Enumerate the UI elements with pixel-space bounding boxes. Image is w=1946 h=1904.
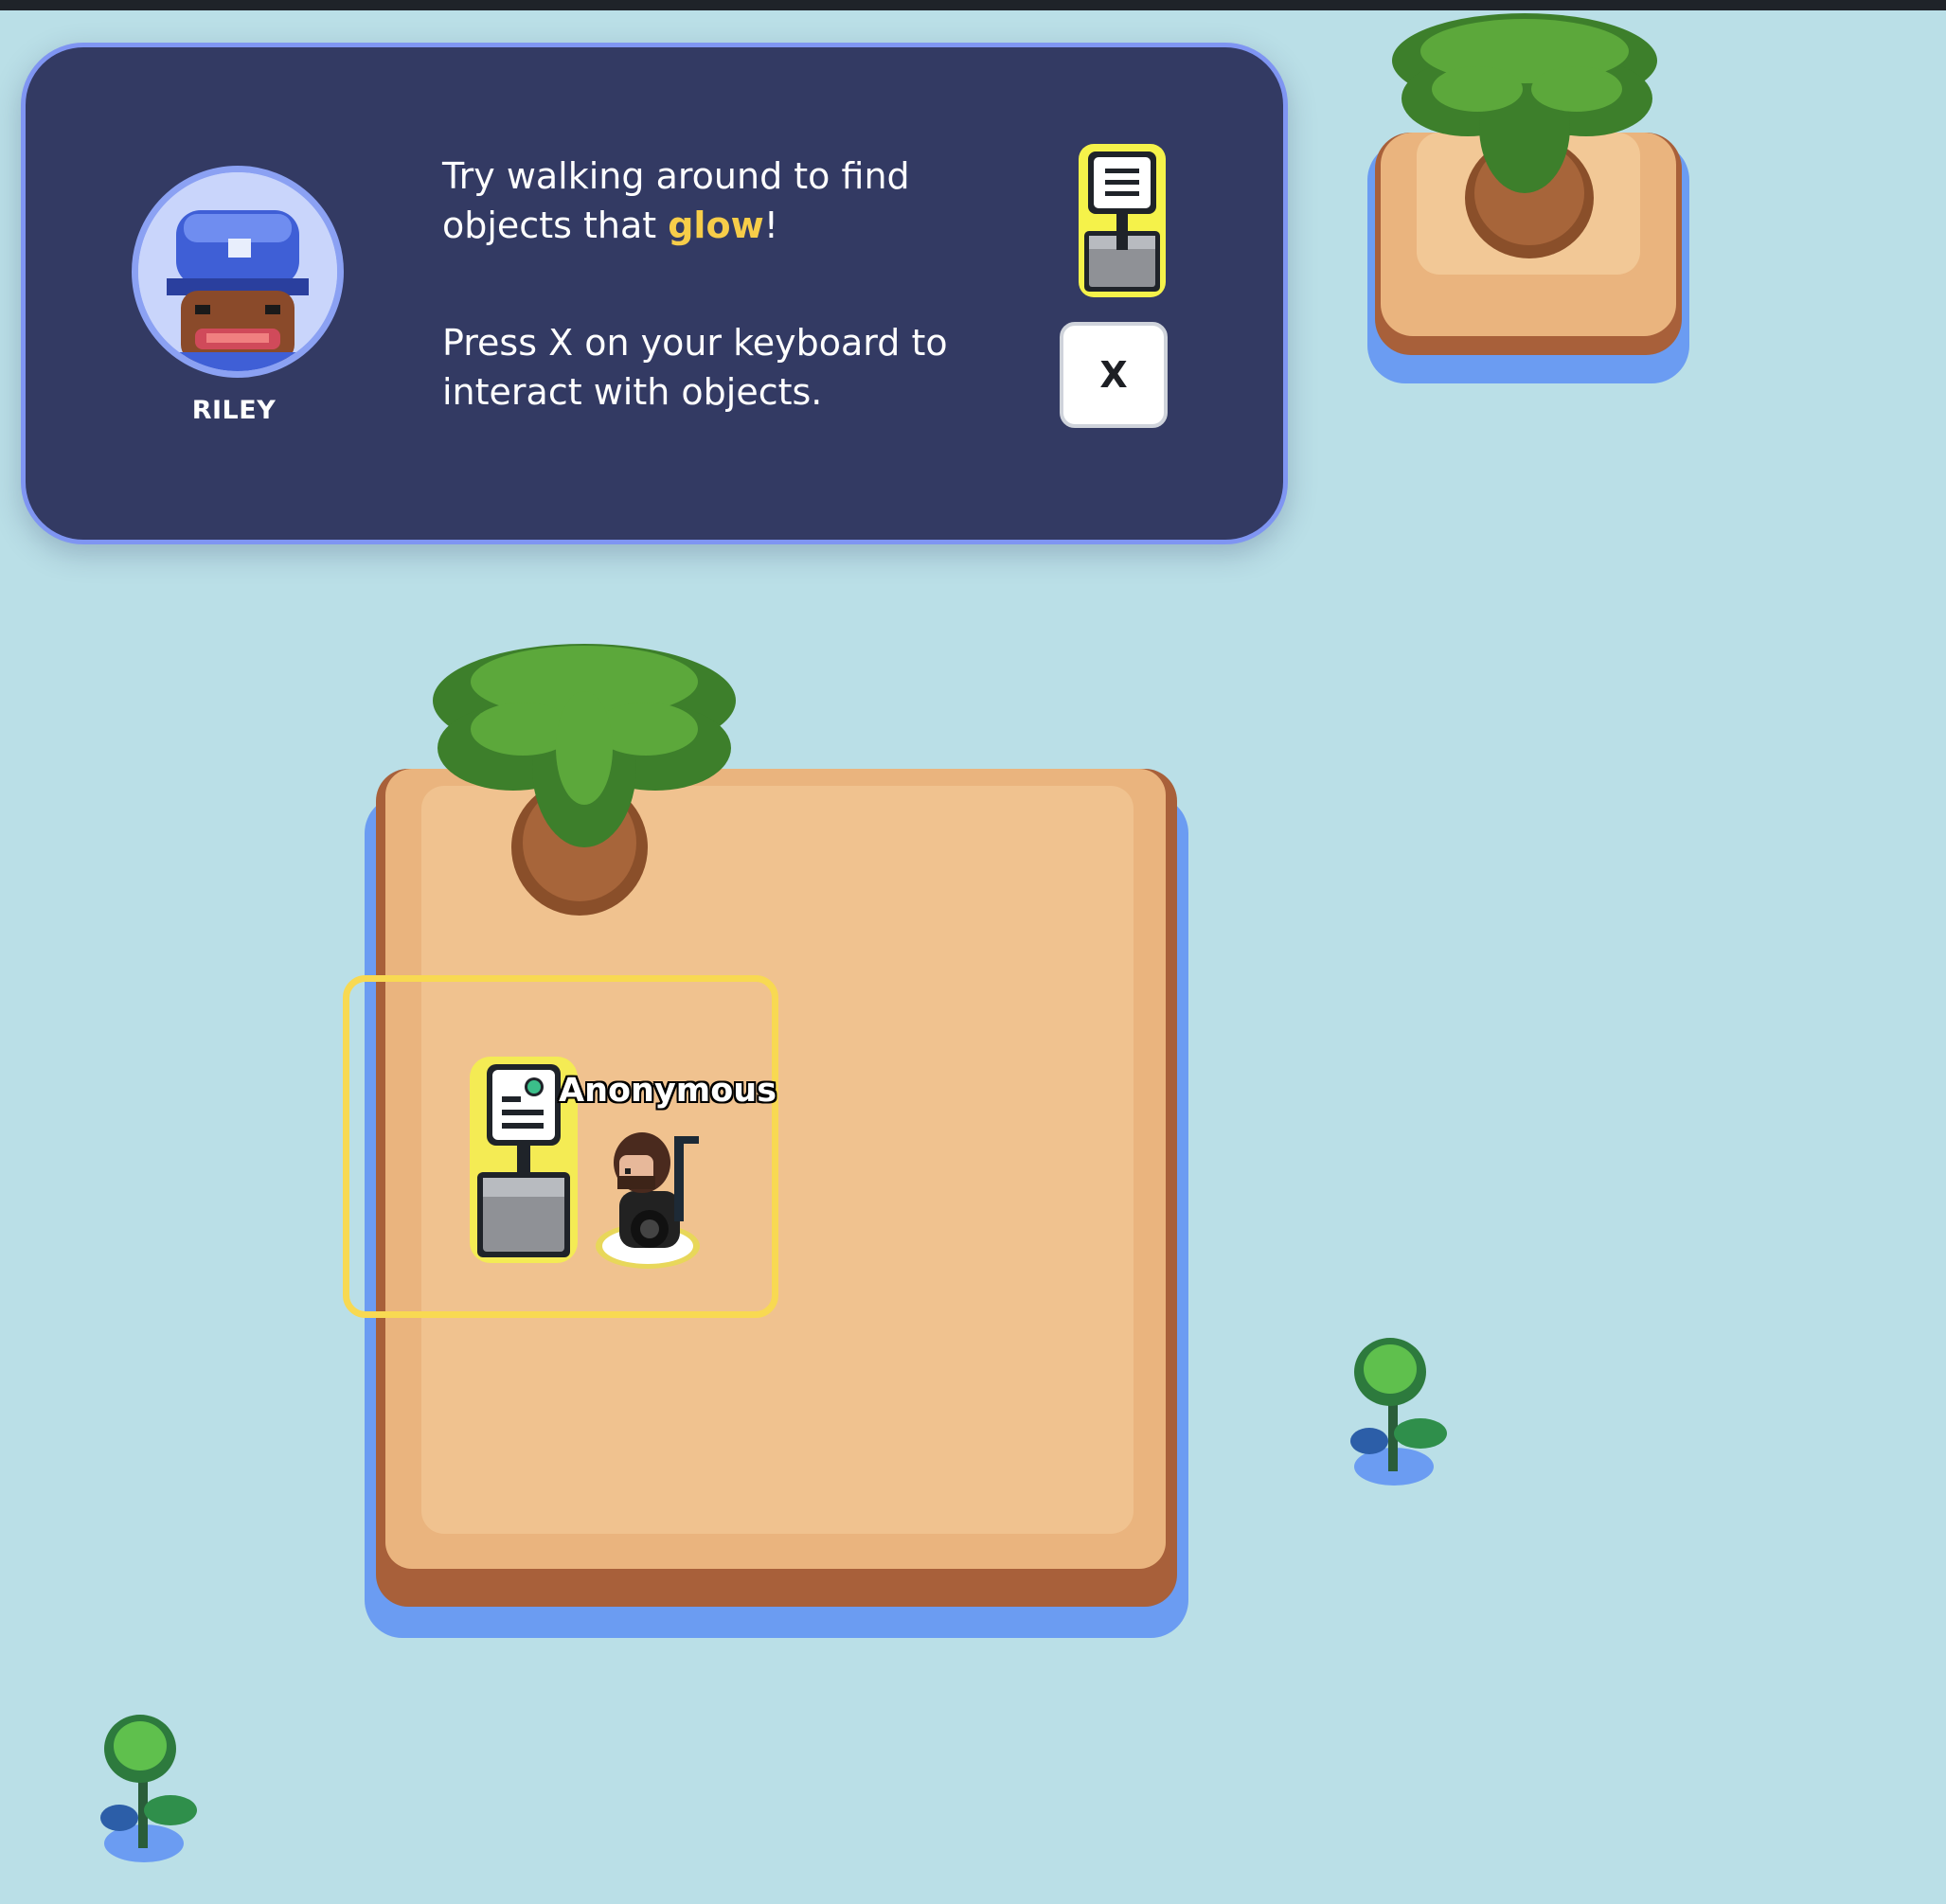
character-portrait-icon (138, 172, 337, 371)
tutorial-panel: RILEY Try walking around to find objects… (21, 43, 1288, 544)
small-plant (100, 1715, 197, 1862)
small-plant (1350, 1338, 1447, 1486)
player-avatar (596, 1132, 700, 1269)
riley-avatar (132, 166, 344, 378)
highlight-word: glow (668, 205, 764, 246)
character-name: RILEY (191, 396, 277, 425)
signpost-icon (1079, 144, 1166, 297)
message-punctuation: ! (763, 205, 778, 246)
tutorial-message-glow: Try walking around to find objects that … (442, 151, 1010, 250)
palm-tree-top (1392, 13, 1657, 258)
x-key-icon: X (1060, 322, 1168, 428)
palm-tree (433, 644, 736, 916)
tutorial-message-interact: Press X on your keyboard to interact wit… (442, 322, 948, 413)
player-nametag: Anonymous (559, 1072, 777, 1110)
